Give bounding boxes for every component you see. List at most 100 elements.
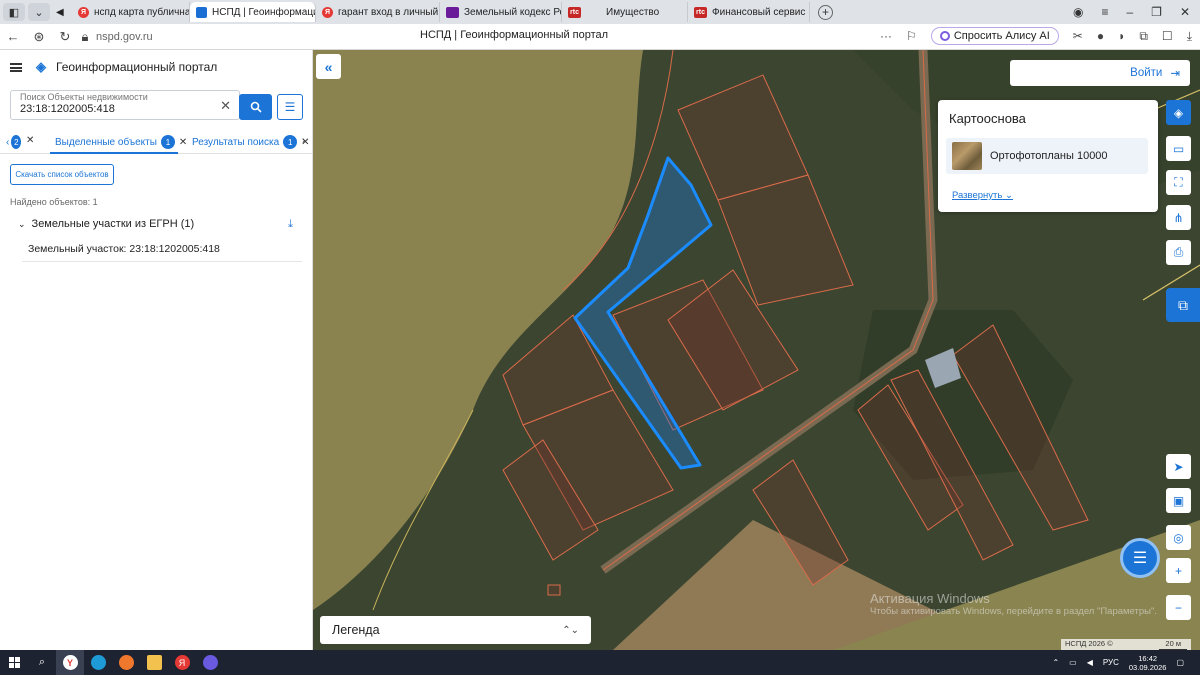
restore-icon[interactable]: ❐ [1151, 5, 1162, 19]
chevron-up-icon[interactable]: ⌃ [1052, 658, 1059, 667]
search-value[interactable]: 23:18:1202005:418 [20, 103, 115, 115]
print-button[interactable]: ⎙ [1166, 240, 1191, 265]
collections-icon[interactable]: ☐ [1162, 29, 1173, 43]
tabs-menu-chevron-icon[interactable]: ⌄ [28, 3, 50, 21]
profile-icon[interactable]: ◉ [1073, 5, 1083, 19]
browser-tab-bar: ◧ ⌄ ◀ Я нспд карта публичная ка НСПД | Г… [0, 0, 1200, 24]
parcel[interactable] [547, 584, 561, 596]
url-field[interactable]: nspd.gov.ru [96, 31, 396, 43]
browser-tab-1[interactable]: Я нспд карта публичная ка [72, 2, 190, 22]
search-button[interactable] [239, 94, 272, 120]
search-icon [250, 101, 262, 113]
map-view[interactable]: « Войти ⇥ Картооснова Ортофотопланы 1000… [313, 50, 1200, 650]
more-options-icon[interactable]: ··· [880, 29, 892, 43]
login-label: Войти [1130, 67, 1163, 79]
ask-alice-button[interactable]: Спросить Алису AI [930, 27, 1059, 45]
browser-tab-4[interactable]: Земельный кодекс Росси [440, 2, 562, 22]
address-bar: ← ⊛ ↻ 🔒︎ nspd.gov.ru НСПД | Геоинформаци… [0, 24, 1200, 50]
edge-icon[interactable] [84, 650, 112, 675]
browser-tab-2-active[interactable]: НСПД | Геоинформаци ✕ [190, 2, 316, 22]
browser-tab-5[interactable]: rtc Имущество [562, 2, 688, 22]
download-list-button[interactable]: Скачать список объектов [10, 164, 114, 185]
list-item[interactable]: Земельный участок: 23:18:1202005:418 [22, 237, 302, 262]
clock[interactable]: 16:42 03.09.2026 [1129, 654, 1167, 672]
select-area-icon: ⛶ [1174, 175, 1183, 189]
row-value: 23:18:1202005:418 [129, 243, 220, 255]
share-button[interactable]: ⋔ [1166, 205, 1191, 230]
extension-icon[interactable]: ◗ [1118, 29, 1125, 43]
download-icon[interactable]: ⤓ [1187, 29, 1192, 44]
rtc-icon: rtc [568, 6, 581, 18]
yandex-browser-icon[interactable]: Y [56, 650, 84, 675]
back-arrow-icon[interactable]: ← [0, 29, 26, 44]
tab-search-results[interactable]: Результаты поиска 1 ✕ [192, 135, 310, 149]
new-tab-plus-icon[interactable]: + [818, 4, 833, 20]
chat-button[interactable]: ☰ [1120, 538, 1160, 578]
result-group-header[interactable]: ⌄ Земельные участки из ЕГРН (1) ⤓ [18, 218, 303, 231]
tab-selected-objects[interactable]: Выделенные объекты 1 ✕ [55, 135, 187, 149]
zoom-in-button[interactable]: + [1166, 558, 1191, 583]
print-icon: ⎙ [1173, 245, 1184, 259]
firefox-icon[interactable] [112, 650, 140, 675]
volume-icon[interactable]: ◀ [1087, 658, 1093, 667]
tab-scroll-right-icon[interactable]: › [302, 135, 305, 146]
login-button[interactable]: Войти ⇥ [1010, 60, 1190, 86]
alice-icon [939, 31, 950, 41]
close-tab-icon[interactable]: ✕ [179, 137, 187, 148]
reload-icon[interactable]: ↻ [52, 29, 78, 45]
bookmark-icon[interactable]: ⚐ [906, 29, 917, 43]
sound-icon[interactable]: ◀ [50, 2, 72, 22]
chevron-down-icon[interactable]: ⌄ [18, 219, 26, 230]
minimap-button[interactable]: ▣ [1166, 488, 1191, 513]
hamburger-menu-icon[interactable] [10, 62, 22, 72]
expand-link[interactable]: Развернуть ⌄ [952, 190, 1013, 201]
puzzle-icon[interactable]: ⧉ [1139, 29, 1148, 44]
filter-button[interactable]: ☰ [277, 94, 303, 120]
search-icon[interactable]: ⌕ [28, 650, 56, 675]
system-tray: ⌃ ▭ ◀ РУС 16:42 03.09.2026 ▢ [1052, 654, 1200, 672]
panel-tabs: ‹ 2 ✕ Выделенные объекты 1 ✕ Результаты п… [0, 132, 313, 154]
location-button[interactable]: ◎ [1166, 525, 1191, 550]
minimize-icon[interactable]: – [1126, 5, 1133, 19]
legend-dropdown[interactable]: Легенда ⌃⌄ [320, 616, 591, 644]
report-button[interactable]: ⧉ [1166, 288, 1200, 322]
count-badge: 1 [160, 135, 175, 149]
basemap-title: Картооснова [949, 111, 1026, 126]
app-icon[interactable] [196, 650, 224, 675]
input-language[interactable]: РУС [1103, 658, 1119, 667]
filter-icon: ☰ [284, 100, 296, 114]
browser-tab-3[interactable]: Я гарант вход в личный ка [316, 2, 440, 22]
collapse-panel-button[interactable]: « [316, 54, 341, 79]
extension-icon[interactable]: ✂ [1073, 29, 1083, 43]
clock-time: 16:42 [1138, 653, 1158, 663]
row-label: Земельный участок: [28, 243, 127, 255]
yandex-icon[interactable]: Я [168, 650, 196, 675]
close-tab-icon[interactable]: ✕ [26, 135, 34, 146]
layers-button[interactable]: ◈ [1166, 100, 1191, 125]
tab-panel-toggle-icon[interactable]: ◧ [3, 3, 25, 21]
basemap-option[interactable]: Ортофотопланы 10000 [946, 138, 1148, 174]
file-explorer-icon[interactable] [140, 650, 168, 675]
geolocate-button[interactable]: ➤ [1166, 454, 1191, 479]
ruler-button[interactable]: ▭ [1166, 136, 1191, 161]
clear-search-icon[interactable]: ✕ [220, 98, 231, 114]
found-count: Найдено объектов: 1 [10, 197, 98, 207]
close-window-icon[interactable]: ✕ [1180, 5, 1190, 19]
tab-label: НСПД | Геоинформаци [212, 6, 316, 18]
notifications-icon[interactable]: ▢ [1176, 658, 1184, 667]
protect-icon[interactable]: ⊛ [26, 29, 52, 45]
active-tab-indicator [50, 152, 178, 154]
menu-icon[interactable]: ≡ [1101, 5, 1108, 19]
zoom-out-button[interactable]: − [1166, 595, 1191, 620]
download-icon[interactable]: ⤓ [288, 218, 293, 231]
tab-scroll-left-icon[interactable]: ‹ 2 [6, 135, 22, 149]
extension-icon[interactable]: ● [1097, 29, 1104, 43]
expand-label: Развернуть [952, 190, 1003, 201]
browser-tab-6[interactable]: rtc Финансовый сервис [688, 2, 810, 22]
windows-start-icon[interactable] [0, 650, 28, 675]
search-input[interactable]: Поиск Объекты недвижимости 23:18:1202005… [10, 90, 240, 120]
report-icon: ⧉ [1178, 296, 1188, 313]
select-area-button[interactable]: ⛶ [1166, 170, 1191, 195]
network-icon[interactable]: ▭ [1069, 658, 1077, 667]
navigation-arrow-icon: ➤ [1173, 459, 1184, 474]
